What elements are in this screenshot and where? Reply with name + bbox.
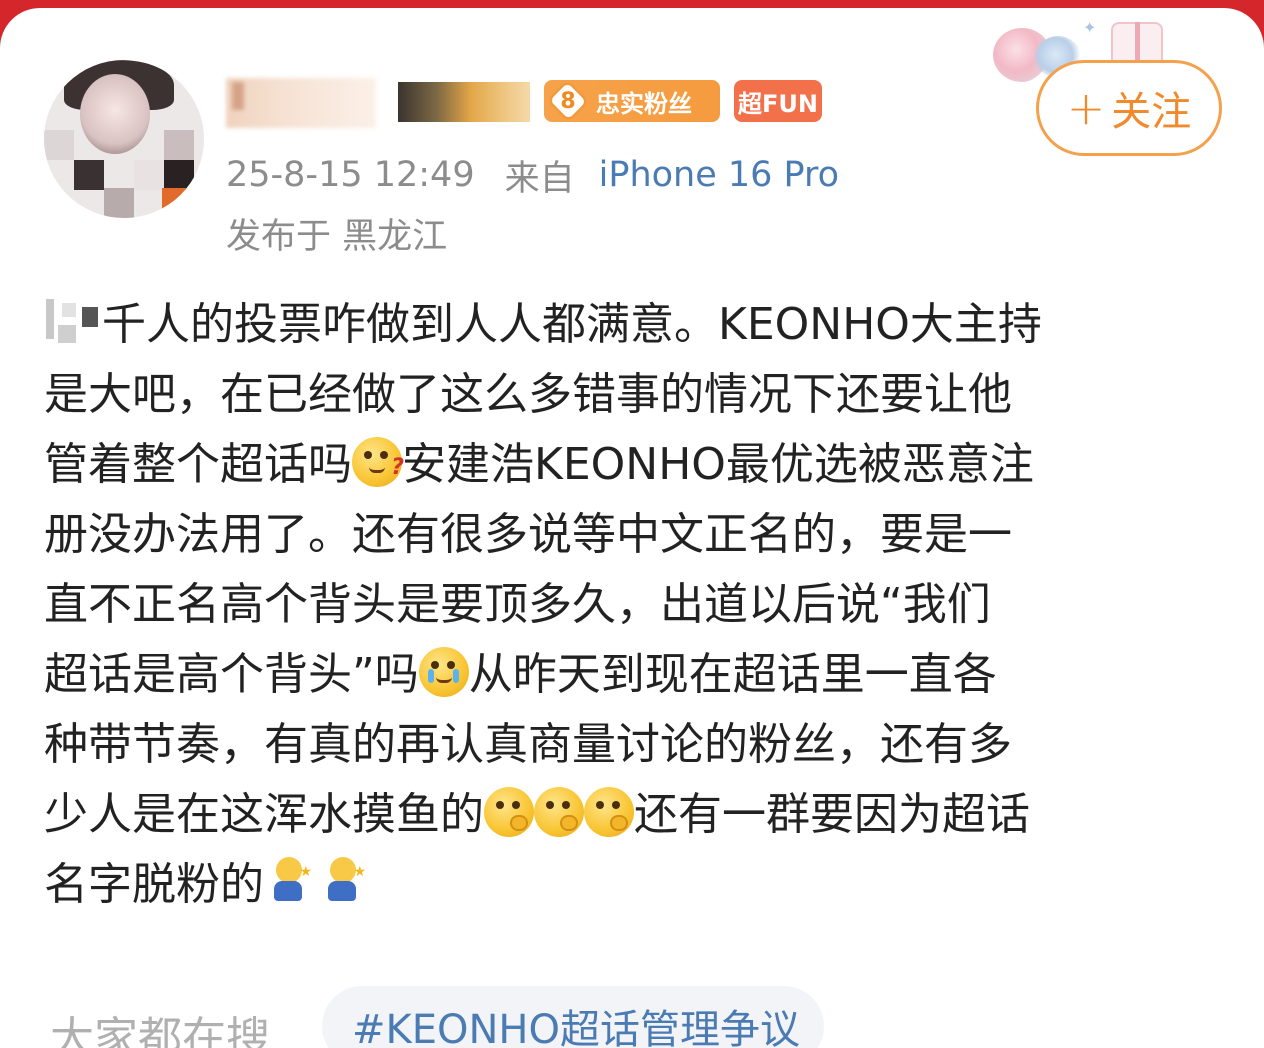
post-body: 千人的投票咋做到人人都满意。KEONHO大主持 是大吧，在已经做了这么多错事的情… xyxy=(44,290,1224,920)
post-line: 少人是在这浑水摸鱼的 还有一群要因为超话 xyxy=(44,787,1030,840)
post-meta: 25-8-15 12:49 来自 iPhone 16 Pro xyxy=(226,150,839,200)
post-line: 管着整个超话吗? 安建浩KEONHO最优选被恶意注 xyxy=(44,437,1034,490)
trending-search-tag[interactable]: #KEONHO超话管理争议 xyxy=(322,986,824,1048)
post-line: 千人的投票咋做到人人都满意。KEONHO大主持 xyxy=(44,290,1224,360)
smirk-face-icon xyxy=(534,787,584,837)
device-link[interactable]: iPhone 16 Pro xyxy=(599,155,839,195)
post-timestamp: 25-8-15 12:49 xyxy=(226,155,475,195)
post-line: 种带节奏，有真的再认真商量讨论的粉丝，还有多 xyxy=(44,719,1012,770)
fan-level-badge[interactable]: 8 忠实粉丝 xyxy=(544,79,720,123)
post-line: 超话是高个背头”吗 从昨天到现在超话里一直各 xyxy=(44,647,997,700)
plus-icon: + xyxy=(1066,81,1106,135)
follow-label: 关注 xyxy=(1111,89,1192,135)
username-redacted[interactable] xyxy=(226,78,376,128)
user-level-redacted xyxy=(398,82,530,122)
kneel-figure-icon: ★ xyxy=(318,855,366,907)
post-line: 是大吧，在已经做了这么多错事的情况下还要让他 xyxy=(44,369,1012,420)
trending-search-label: 大家都在搜 xyxy=(50,1013,270,1048)
avatar[interactable] xyxy=(44,60,204,218)
kneel-figure-icon: ★ xyxy=(264,855,312,907)
follow-button[interactable]: + 关注 xyxy=(1036,60,1222,156)
thinking-face-icon: ? xyxy=(352,437,404,487)
post-line: 册没办法用了。还有很多说等中文正名的，要是一 xyxy=(44,509,1012,560)
crying-face-icon xyxy=(418,647,469,697)
post-line: 直不正名高个背头是要顶多久，出道以后说“我们 xyxy=(44,579,991,630)
post-location: 发布于 黑龙江 xyxy=(226,216,448,257)
sparkle-icon: ✦ xyxy=(1083,18,1097,37)
weibo-post-card: ✦ 8 忠实粉丝 超FUN + 关注 25-8-15 12:49 来自 iPho… xyxy=(0,8,1264,1048)
smirk-face-icon xyxy=(484,787,534,837)
super-fun-badge[interactable]: 超FUN xyxy=(734,80,822,122)
redacted-text xyxy=(44,297,102,345)
smirk-face-icon xyxy=(584,787,634,837)
source-prefix: 来自 xyxy=(504,158,575,199)
fan-badge-label: 忠实粉丝 xyxy=(596,89,692,118)
post-line: 名字脱粉的 ★ ★ xyxy=(44,850,1224,920)
